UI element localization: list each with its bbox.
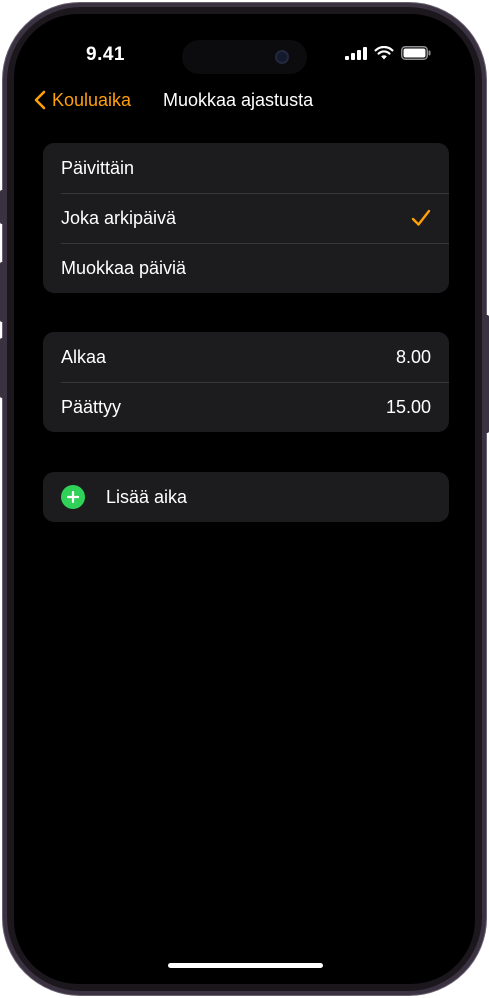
volume-down-button [0, 338, 4, 398]
wifi-icon [374, 46, 394, 60]
action-button [0, 190, 4, 224]
option-daily[interactable]: Päivittäin [43, 143, 449, 193]
home-indicator[interactable] [168, 963, 323, 968]
status-time: 9.41 [86, 44, 125, 65]
option-custom-days[interactable]: Muokkaa päiviä [43, 243, 449, 293]
option-label: Päivittäin [61, 157, 135, 178]
end-time-value: 15.00 [385, 396, 431, 417]
chevron-left-icon [34, 90, 46, 110]
end-time-row[interactable]: Päättyy 15.00 [43, 382, 449, 432]
screen: 9.41 Kouluaika Muokkaa ajastusta Päivitt… [14, 14, 475, 984]
battery-icon [401, 46, 431, 60]
start-time-value: 8.00 [395, 346, 431, 367]
time-group: Alkaa 8.00 Päättyy 15.00 [43, 332, 449, 432]
option-label: Muokkaa päiviä [61, 257, 187, 278]
add-time-label: Lisää aika [106, 486, 188, 507]
back-button-label: Kouluaika [52, 89, 132, 110]
back-button[interactable]: Kouluaika [34, 86, 131, 114]
page-title: Muokkaa ajastusta [163, 90, 314, 110]
checkmark-icon [411, 209, 431, 227]
option-label: Joka arkipäivä [61, 207, 177, 228]
add-time-group: Lisää aika [43, 472, 449, 522]
cellular-signal-icon [345, 46, 367, 60]
dynamic-island [182, 40, 307, 74]
navigation-bar: Kouluaika Muokkaa ajastusta [14, 86, 475, 114]
add-time-button[interactable]: Lisää aika [43, 472, 449, 522]
frequency-group: Päivittäin Joka arkipäivä Muokkaa päiviä [43, 143, 449, 293]
option-every-weekday[interactable]: Joka arkipäivä [43, 193, 449, 243]
end-time-label: Päättyy [61, 396, 122, 417]
start-time-row[interactable]: Alkaa 8.00 [43, 332, 449, 382]
start-time-label: Alkaa [61, 346, 107, 367]
add-circle-icon [61, 485, 85, 509]
status-icons [345, 46, 431, 60]
camera-icon [275, 50, 289, 64]
volume-up-button [0, 262, 4, 322]
power-button [485, 315, 489, 433]
